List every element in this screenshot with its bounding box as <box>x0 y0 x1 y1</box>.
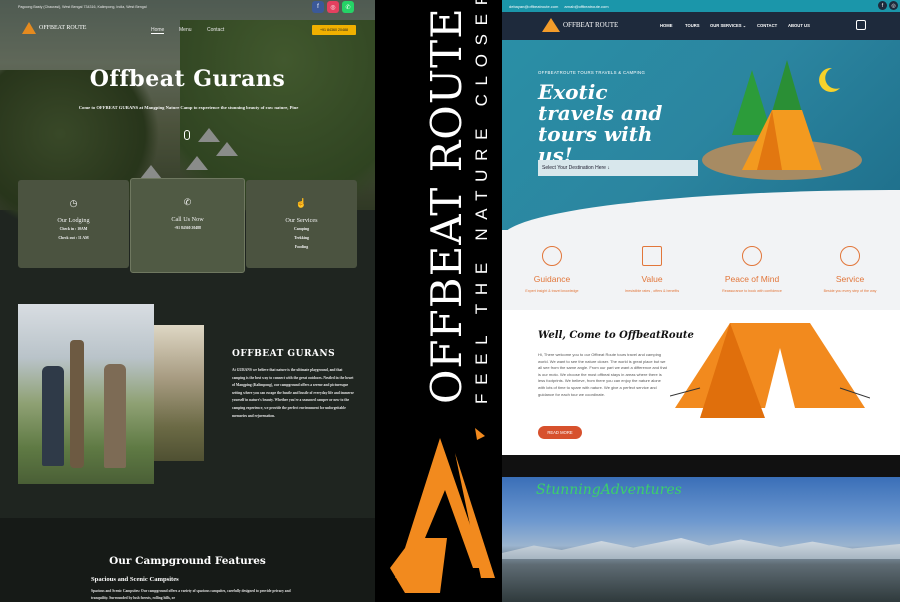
search-icon[interactable] <box>856 20 866 30</box>
hero-banner: OFFBEATROUTE TOURS TRAVELS & CAMPING Exo… <box>502 40 900 270</box>
call-card: ✆ Call Us Now +91 84360 20488 <box>130 178 245 273</box>
site-logo[interactable]: OFFBEAT ROUTE <box>542 18 618 32</box>
contact-bar: debayan@offbeatroute.com arnab@offbeatro… <box>502 0 900 12</box>
hero-title: Offbeat Gurans <box>89 66 286 92</box>
clock-icon: ◷ <box>69 198 78 208</box>
about-text: At GURANS we believe that nature is the … <box>232 368 354 418</box>
address-text: Pagoong Basty (Chaurasi), West Bengal 73… <box>18 5 147 9</box>
gallery-heading: StunningAdventures <box>536 482 682 498</box>
service-sub: Reassurance to book with confidence <box>722 289 782 293</box>
service-title: Guidance <box>533 274 571 284</box>
service-value: Value Irresistible rates , offers & bene… <box>602 230 702 293</box>
services-card: ☝ Our Services Camping Trekking Fooding <box>246 180 357 268</box>
card-title: Our Services <box>285 217 318 224</box>
main-nav: OFFBEAT ROUTE HOME TOURS OUR SERVICES ⌄ … <box>502 12 900 40</box>
rock-pillar <box>70 340 84 468</box>
about-photo <box>18 304 154 484</box>
hero-title: Exotic travels and tours with us! <box>538 80 663 167</box>
instagram-icon[interactable]: ◎ <box>889 1 898 10</box>
hero-subtitle: Come to OFFBEAT GURANS at Mangping Natur… <box>78 105 299 110</box>
about-heading: OFFBEAT GURANS <box>232 349 336 359</box>
whatsapp-icon[interactable]: ✆ <box>342 1 354 13</box>
service-guidance: Guidance Expert insight & travel knowled… <box>502 230 602 293</box>
offbeat-route-screenshot: debayan@offbeatroute.com arnab@offbeatro… <box>502 0 900 602</box>
camping-illustration <box>702 60 862 180</box>
peace-icon <box>742 246 762 266</box>
nav-contact[interactable]: Contact <box>207 27 224 33</box>
scroll-mouse-icon <box>184 130 190 140</box>
about-photo-secondary <box>154 325 204 461</box>
card-phone-link[interactable]: +91 84360 20488 <box>131 225 244 232</box>
services-strip: Guidance Expert insight & travel knowled… <box>502 230 900 310</box>
tent-illustration <box>670 323 870 418</box>
document-icon <box>642 246 662 266</box>
features-text: Spacious and Scenic Campsites: Our campg… <box>91 589 291 600</box>
card-line: Fooding <box>294 245 309 249</box>
card-title: Our Lodging <box>57 217 90 224</box>
card-line: Camping <box>294 227 309 231</box>
nav-home[interactable]: Home <box>151 27 165 34</box>
facebook-icon[interactable]: f <box>312 1 324 13</box>
hand-icon: ☝ <box>295 198 308 208</box>
lodging-card: ◷ Our Lodging Check in : 10AM Check out … <box>18 180 129 268</box>
brand-logo-icon <box>390 428 495 593</box>
service-sub: Beside you every step of the way <box>823 289 877 293</box>
brand-title: OFFBEAT ROUTE <box>422 7 471 404</box>
service-sub: Expert insight & travel knowledge <box>525 289 579 293</box>
service-sub: Irresistible rates , offers & benefits <box>624 289 680 293</box>
hero-kicker: OFFBEATROUTE TOURS TRAVELS & CAMPING <box>538 70 646 75</box>
email-link-2[interactable]: arnab@offbeatroute.com <box>564 4 608 9</box>
facebook-icon[interactable]: f <box>878 1 887 10</box>
nav-home[interactable]: HOME <box>660 23 673 28</box>
email-link-1[interactable]: debayan@offbeatroute.com <box>509 4 558 9</box>
features-heading: Our Campground Features <box>109 555 266 567</box>
phone-button[interactable]: +91 84360 20488 <box>312 25 356 35</box>
phone-icon: ✆ <box>183 197 192 207</box>
section-divider <box>502 455 900 477</box>
features-subheading: Spacious and Scenic Campsites <box>91 576 179 583</box>
destination-select[interactable]: Select Your Destination Here ↓ <box>538 160 698 176</box>
handshake-icon <box>840 246 860 266</box>
nav-tours[interactable]: TOURS <box>685 23 700 28</box>
read-more-button[interactable]: READ MORE <box>538 426 582 439</box>
site-logo[interactable]: OFFBEAT ROUTE <box>22 22 86 34</box>
brand-tagline: FEEL THE NATURE CLOSER <box>472 0 491 404</box>
service-peace: Peace of Mind Reassurance to book with c… <box>702 230 802 293</box>
card-line: Check out : 11 AM <box>58 236 89 240</box>
main-nav: OFFBEAT ROUTE Home Menu Contact +91 8436… <box>0 22 375 42</box>
service-title: Value <box>641 274 663 284</box>
service-service: Service Beside you every step of the way <box>800 230 900 293</box>
card-line: Check in : 10AM <box>59 227 88 231</box>
card-title: Call Us Now <box>171 216 204 223</box>
service-title: Service <box>835 274 865 284</box>
offbeat-gurans-screenshot: Pagoong Basty (Chaurasi), West Bengal 73… <box>0 0 375 602</box>
welcome-text: Hi, There welcome you to our Offbeat Rou… <box>538 352 667 397</box>
nav-contact[interactable]: CONTACT <box>757 23 777 28</box>
instagram-icon[interactable]: ◎ <box>327 1 339 13</box>
nav-menu[interactable]: Menu <box>179 27 192 33</box>
nav-about[interactable]: ABOUT US <box>788 23 810 28</box>
card-line: Trekking <box>294 236 309 240</box>
mountain-photo: StunningAdventures <box>502 477 900 602</box>
service-title: Peace of Mind <box>724 274 780 284</box>
nav-services[interactable]: OUR SERVICES ⌄ <box>710 23 746 28</box>
guidance-icon <box>542 246 562 266</box>
